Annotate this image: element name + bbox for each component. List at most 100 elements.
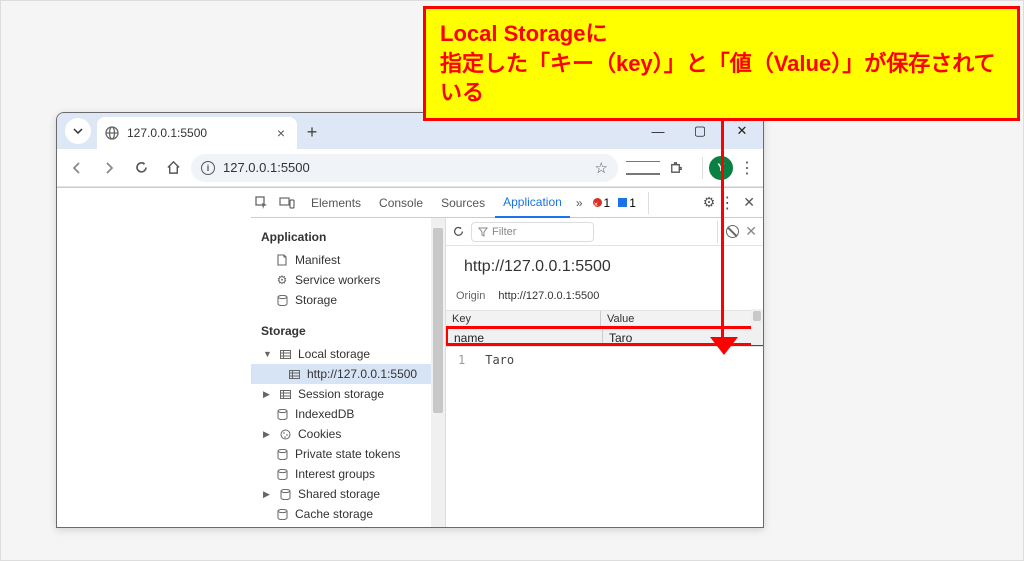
globe-icon [105,126,119,140]
sidebar-item-storage[interactable]: Storage [251,290,445,310]
toolbar: i 127.0.0.1:5500 ☆ Y ⋮ [57,149,763,187]
filter-placeholder: Filter [492,226,516,238]
sidebar-label: Shared storage [298,487,380,501]
error-count: 1 [604,196,611,210]
info-count: 1 [629,196,636,210]
sidebar-label: Local storage [298,347,370,361]
browser-tab[interactable]: 127.0.0.1:5500 × [97,117,297,149]
annotation-arrow-line [721,93,724,343]
error-badge[interactable]: 1 [593,196,611,210]
devtools-body: Application Manifest ⚙ Service workers S… [251,218,763,527]
sidebar-section-application: Application [251,224,445,250]
filter-input[interactable]: Filter [471,222,594,242]
device-toolbar-icon[interactable] [279,197,301,209]
toolbar-divider [717,221,718,243]
sidebar-item-interest-groups[interactable]: Interest groups [251,464,445,484]
table-scrollbar[interactable] [751,309,763,345]
refresh-icon[interactable] [452,225,465,238]
nav-back-button[interactable] [63,154,91,182]
database-icon [275,448,289,460]
devtools-tabbar: Elements Console Sources Application » 1… [251,188,763,218]
cookie-icon [278,428,292,440]
new-tab-button[interactable]: + [297,122,327,143]
address-bar[interactable]: i 127.0.0.1:5500 ☆ [191,154,618,182]
address-text: 127.0.0.1:5500 [223,160,587,175]
database-icon [275,508,289,520]
info-badge[interactable]: 1 [618,196,636,210]
sidebar-label: Cookies [298,427,341,441]
grid-icon [287,368,301,380]
database-icon [278,488,292,500]
site-info-icon[interactable]: i [201,161,215,175]
sidebar-item-indexeddb[interactable]: IndexedDB [251,404,445,424]
annotation-arrow-head [710,337,738,355]
extensions-button[interactable] [668,160,696,175]
sidebar-item-shared-storage[interactable]: ▶ Shared storage [251,484,445,504]
sidebar-label: Manifest [295,253,340,267]
sidebar-item-session-storage[interactable]: ▶ Session storage [251,384,445,404]
origin-row: Origin http://127.0.0.1:5500 [446,286,763,311]
inspect-element-icon[interactable] [255,196,277,210]
tabbar-divider [648,192,649,214]
document-icon [275,254,289,266]
toolbar-divider [702,157,703,179]
database-icon [275,468,289,480]
devtools-settings-icon[interactable]: ⚙ [703,194,716,211]
sidebar-item-local-storage[interactable]: ▼ Local storage [251,344,445,364]
funnel-icon [478,227,488,237]
sidebar-label: Session storage [298,387,384,401]
nav-reload-button[interactable] [127,154,155,182]
origin-label: Origin [456,290,485,302]
delete-icon[interactable]: ✕ [745,223,757,240]
tabs-overflow-button[interactable]: » [572,196,587,210]
tab-sources[interactable]: Sources [433,188,493,218]
sidebar-item-service-workers[interactable]: ⚙ Service workers [251,270,445,290]
annotation-callout: Local Storageに 指定した「キー（key）」と「値（Value）」が… [423,6,1020,121]
kv-cell-key[interactable]: name [448,329,603,343]
preview-value: Taro [485,353,514,367]
sidebar-item-local-storage-origin[interactable]: http://127.0.0.1:5500 [251,364,445,384]
preview-line-number: 1 [458,353,478,367]
sidebar-item-private-state-tokens[interactable]: Private state tokens [251,444,445,464]
tab-console[interactable]: Console [371,188,431,218]
sidebar-label: IndexedDB [295,407,354,421]
devtools-close-button[interactable]: ✕ [743,194,755,211]
sidebar-label: Storage [295,293,337,307]
tab-search-button[interactable] [65,118,91,144]
sidebar-item-cookies[interactable]: ▶ Cookies [251,424,445,444]
tab-close-button[interactable]: × [273,125,289,141]
sidebar-label: http://127.0.0.1:5500 [307,367,417,381]
bookmark-star-icon[interactable]: ☆ [595,159,608,177]
database-icon [275,294,289,306]
devtools-panel: Elements Console Sources Application » 1… [57,187,763,527]
chrome-menu-button[interactable]: ⋮ [737,158,757,178]
nav-forward-button[interactable] [95,154,123,182]
sidebar-scrollbar[interactable] [431,218,445,527]
tab-elements[interactable]: Elements [303,188,369,218]
grid-icon [278,348,292,360]
browser-window: 127.0.0.1:5500 × + — ▢ ✕ i 127.0.0.1:550… [56,112,764,528]
storage-content: Filter ✕ http://127.0.0.1:5500 Origin ht… [446,218,763,527]
devtools-main: Elements Console Sources Application » 1… [251,188,763,527]
extensions-placeholder-icon[interactable] [626,161,660,175]
sidebar-label: Private state tokens [295,447,400,461]
sidebar-item-cache-storage[interactable]: Cache storage [251,504,445,524]
sidebar-label: Interest groups [295,467,375,481]
grid-icon [278,388,292,400]
origin-value: http://127.0.0.1:5500 [498,290,599,302]
triangle-right-icon: ▶ [263,429,272,440]
sidebar-label: Service workers [295,273,380,287]
annotation-line2: 指定した「キー（key）」と「値（Value）」が保存されている [440,49,1003,108]
tab-title: 127.0.0.1:5500 [127,126,265,140]
clear-all-icon[interactable] [726,225,739,238]
sidebar-item-manifest[interactable]: Manifest [251,250,445,270]
page-viewport [57,188,251,527]
sidebar-label: Cache storage [295,507,373,521]
gear-small-icon: ⚙ [275,274,289,286]
tab-application[interactable]: Application [495,188,570,218]
triangle-right-icon: ▶ [263,489,272,500]
origin-title: http://127.0.0.1:5500 [446,246,763,286]
kv-table-empty-area: 1 Taro [446,346,763,527]
annotation-line1: Local Storageに [440,19,1003,49]
nav-home-button[interactable] [159,154,187,182]
